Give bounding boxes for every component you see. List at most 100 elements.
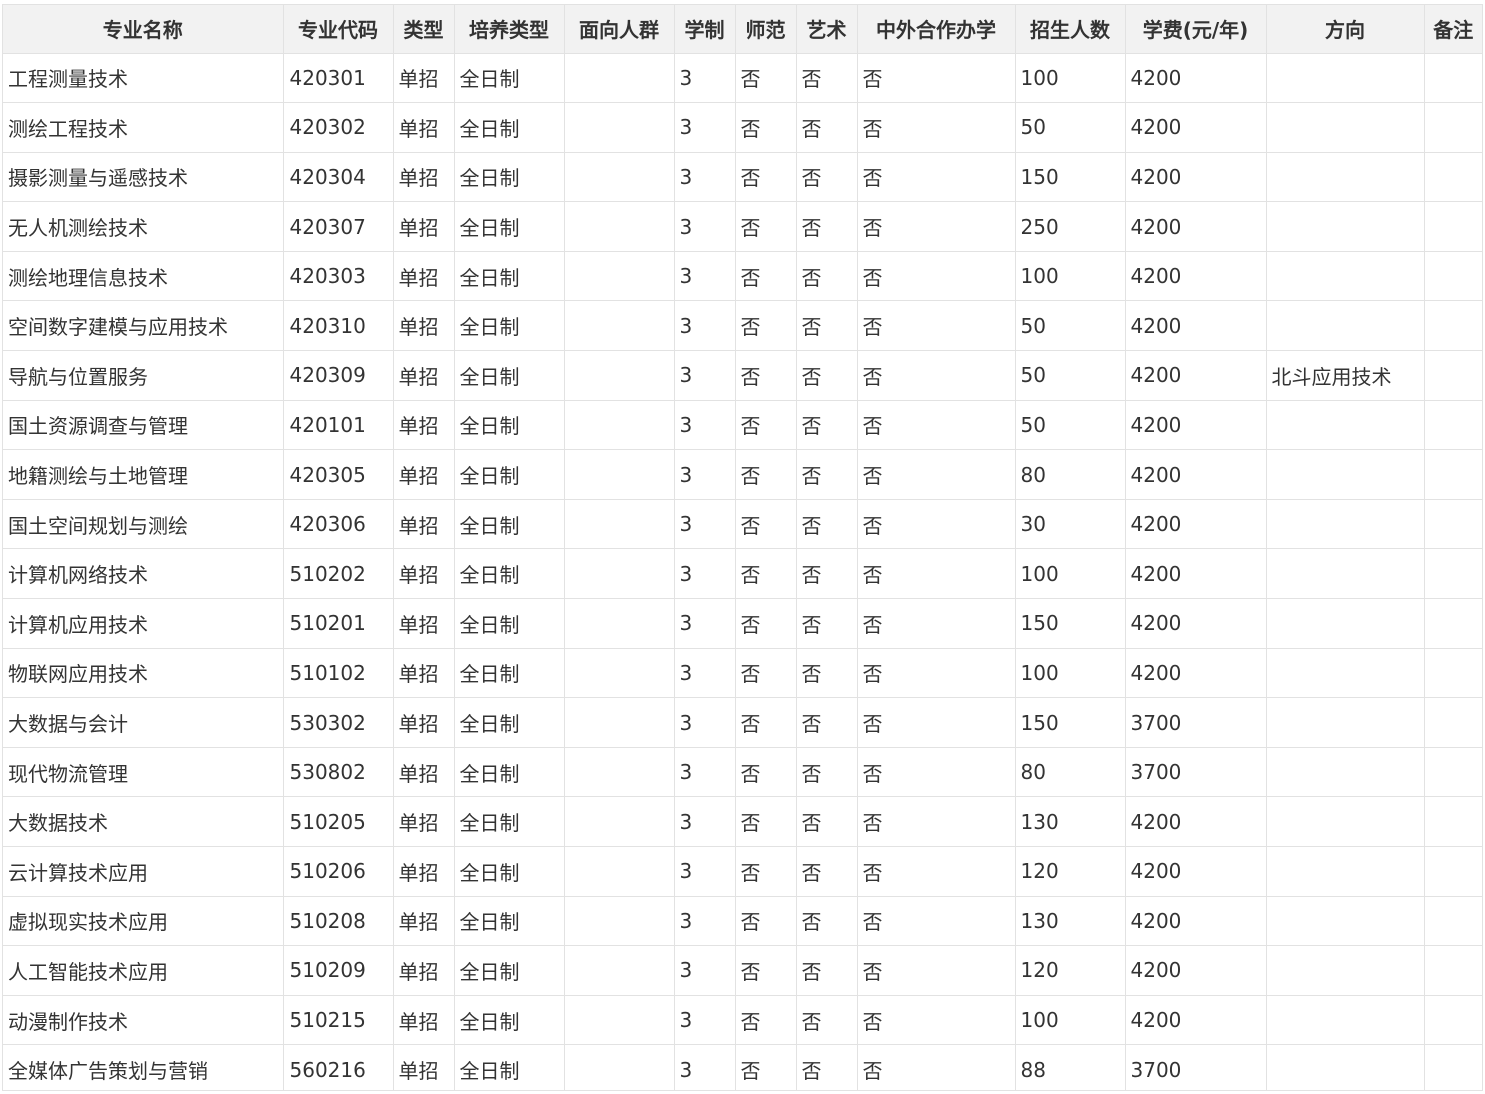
cell-major-name: 计算机网络技术 [3,548,284,600]
cell-sino-foreign: 否 [856,498,1016,550]
cell-enrollment: 88 [1014,1044,1126,1090]
cell-remarks [1423,598,1482,649]
cell-major-name: 摄影测量与遥感技术 [3,151,284,203]
cell-tuition: 3700 [1124,697,1267,748]
cell-art: 否 [795,945,858,996]
cell-major-code: 420310 [282,300,394,352]
cell-sino-foreign: 否 [856,399,1016,451]
cell-duration: 3 [673,399,736,451]
cell-tuition: 4200 [1124,598,1267,649]
cell-target-group [563,52,675,104]
cell-major-code: 420307 [282,201,394,252]
cell-sino-foreign: 否 [856,647,1016,699]
cell-teacher-training: 否 [734,647,797,699]
cell-direction [1265,449,1425,500]
majors-table: 专业名称 专业代码 类型 培养类型 面向人群 学制 师范 艺术 中外合作办学 招生人数 学费(元/年… [3,5,1482,1090]
cell-target-group [563,994,675,1046]
cell-remarks [1423,846,1482,897]
cell-training-type: 全日制 [453,994,565,1046]
column-header-type: 类型 [392,5,455,54]
cell-duration: 3 [673,846,736,897]
table-row: 云计算技术应用 510206 单招 全日制 3 否否否 120 4200 [3,846,1482,897]
cell-remarks [1423,300,1482,352]
cell-teacher-training: 否 [734,746,797,798]
cell-direction [1265,895,1425,947]
cell-remarks [1423,697,1482,748]
cell-training-type: 全日制 [453,102,565,153]
cell-teacher-training: 否 [734,697,797,748]
cell-type: 单招 [392,895,455,947]
table-row: 空间数字建模与应用技术 420310 单招 全日制 3 否否否 50 4200 [3,300,1482,352]
cell-direction: 北斗应用技术 [1265,350,1425,401]
cell-tuition: 4200 [1124,498,1267,550]
cell-training-type: 全日制 [453,945,565,996]
cell-major-name: 无人机测绘技术 [3,201,284,252]
column-header-tuition: 学费(元/年) [1124,5,1267,54]
cell-remarks [1423,895,1482,947]
column-header-major-name: 专业名称 [3,5,284,54]
cell-major-name: 空间数字建模与应用技术 [3,300,284,352]
cell-major-name: 云计算技术应用 [3,846,284,897]
cell-duration: 3 [673,449,736,500]
cell-type: 单招 [392,201,455,252]
table-row: 国土资源调查与管理 420101 单招 全日制 3 否否否 50 4200 [3,399,1482,451]
cell-direction [1265,598,1425,649]
cell-target-group [563,598,675,649]
cell-enrollment: 100 [1014,994,1126,1046]
cell-training-type: 全日制 [453,598,565,649]
cell-tuition: 4200 [1124,52,1267,104]
table-row: 大数据与会计 530302 单招 全日制 3 否否否 150 3700 [3,697,1482,748]
cell-type: 单招 [392,399,455,451]
cell-direction [1265,697,1425,748]
cell-major-name: 计算机应用技术 [3,598,284,649]
cell-teacher-training: 否 [734,52,797,104]
cell-direction [1265,399,1425,451]
cell-major-name: 测绘工程技术 [3,102,284,153]
cell-target-group [563,449,675,500]
cell-remarks [1423,102,1482,153]
cell-teacher-training: 否 [734,201,797,252]
cell-tuition: 3700 [1124,746,1267,798]
cell-target-group [563,697,675,748]
cell-art: 否 [795,647,858,699]
cell-remarks [1423,945,1482,996]
cell-duration: 3 [673,1044,736,1090]
cell-art: 否 [795,399,858,451]
cell-sino-foreign: 否 [856,151,1016,203]
column-header-direction: 方向 [1265,5,1425,54]
cell-major-name: 现代物流管理 [3,746,284,798]
cell-art: 否 [795,498,858,550]
cell-sino-foreign: 否 [856,300,1016,352]
cell-duration: 3 [673,548,736,600]
cell-target-group [563,350,675,401]
cell-major-code: 510215 [282,994,394,1046]
cell-major-name: 大数据技术 [3,796,284,847]
cell-training-type: 全日制 [453,746,565,798]
table-row: 测绘地理信息技术 420303 单招 全日制 3 否否否 100 4200 [3,250,1482,302]
table-row: 工程测量技术 420301 单招 全日制 3 否否否 100 4200 [3,52,1482,104]
cell-art: 否 [795,796,858,847]
table-row: 计算机应用技术 510201 单招 全日制 3 否否否 150 4200 [3,598,1482,649]
cell-target-group [563,498,675,550]
cell-enrollment: 30 [1014,498,1126,550]
table-row: 虚拟现实技术应用 510208 单招 全日制 3 否否否 130 4200 [3,895,1482,947]
cell-enrollment: 130 [1014,895,1126,947]
cell-direction [1265,1044,1425,1090]
cell-remarks [1423,746,1482,798]
cell-enrollment: 100 [1014,52,1126,104]
cell-duration: 3 [673,647,736,699]
cell-type: 单招 [392,102,455,153]
cell-type: 单招 [392,945,455,996]
cell-direction [1265,300,1425,352]
cell-tuition: 4200 [1124,895,1267,947]
cell-art: 否 [795,102,858,153]
cell-training-type: 全日制 [453,250,565,302]
cell-sino-foreign: 否 [856,52,1016,104]
cell-duration: 3 [673,300,736,352]
cell-type: 单招 [392,548,455,600]
cell-type: 单招 [392,151,455,203]
cell-direction [1265,647,1425,699]
cell-direction [1265,945,1425,996]
cell-enrollment: 80 [1014,449,1126,500]
cell-major-code: 420302 [282,102,394,153]
